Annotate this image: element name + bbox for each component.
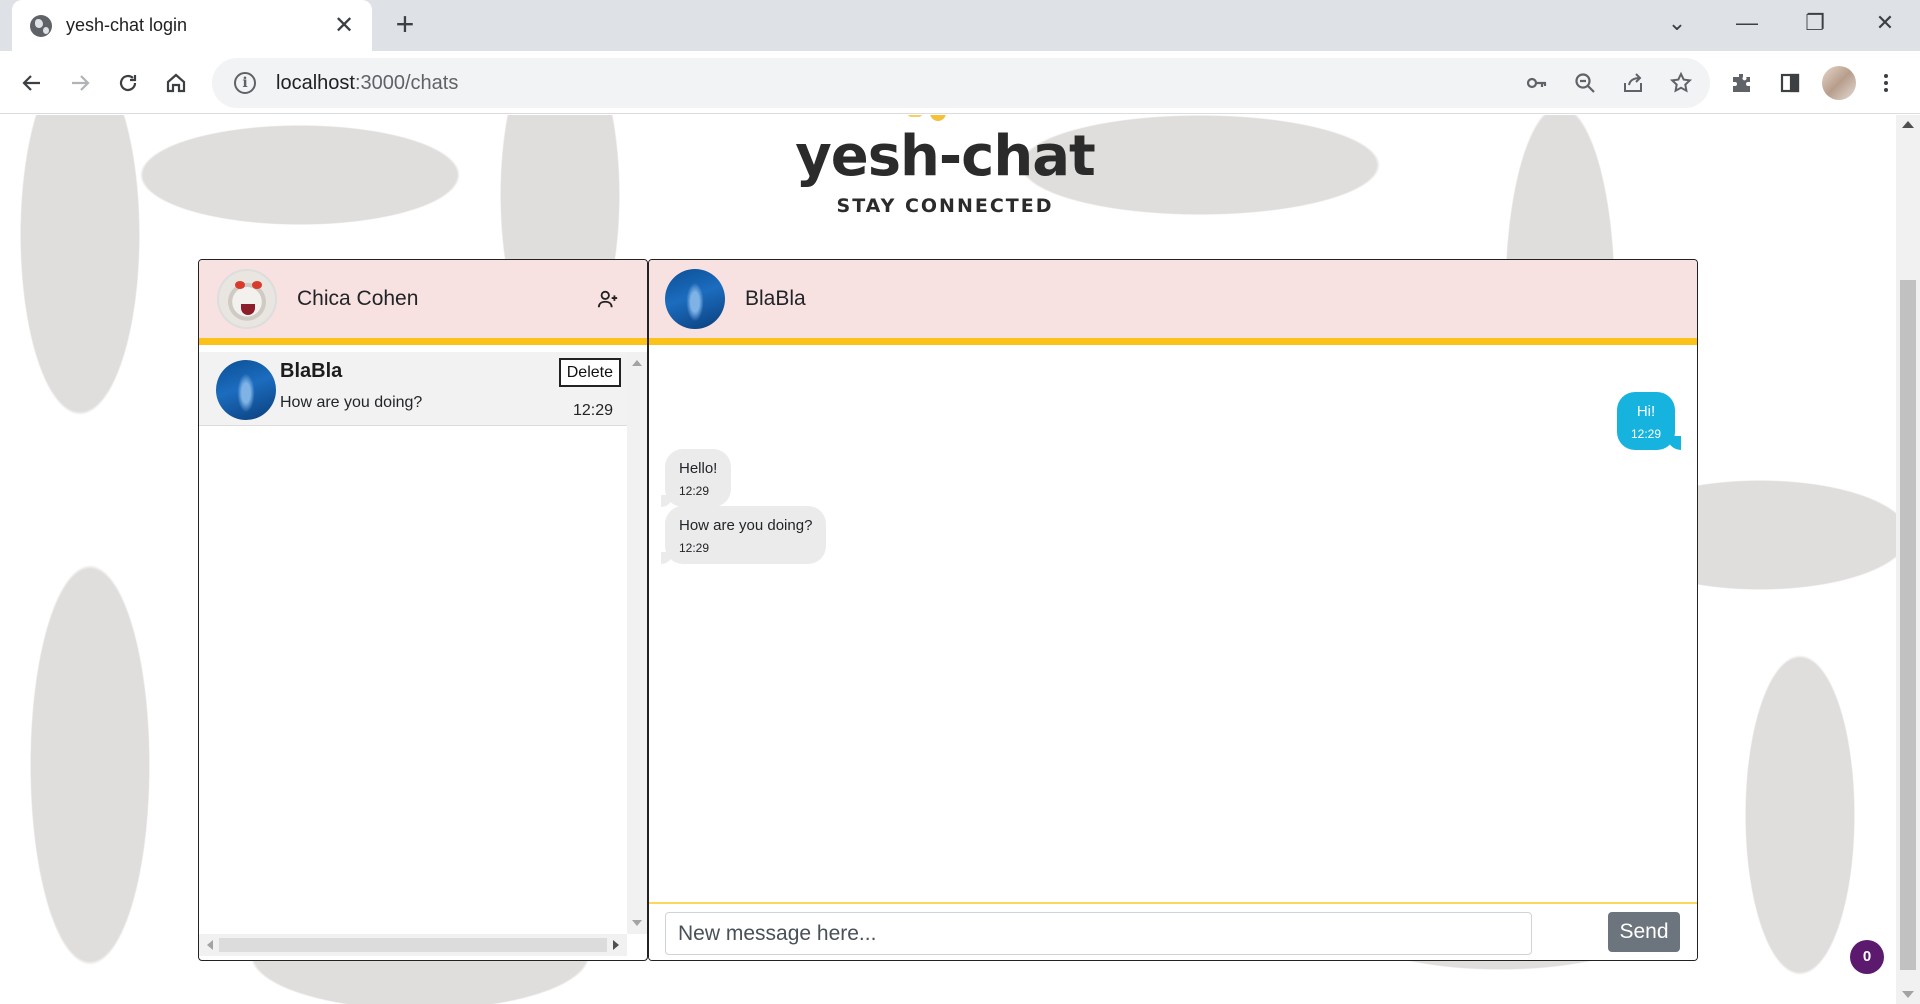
message-input[interactable] (665, 912, 1532, 955)
home-icon[interactable] (158, 65, 194, 101)
conversation-panel: BlaBla Hi! 12:29 Hello! 12:29 How are yo… (648, 259, 1698, 961)
scroll-left-arrow-icon[interactable] (207, 940, 213, 950)
scroll-right-arrow-icon[interactable] (613, 940, 619, 950)
user-avatar (217, 269, 277, 329)
back-arrow-icon[interactable] (14, 65, 50, 101)
close-window-button[interactable]: ✕ (1865, 8, 1905, 38)
message-time: 12:29 (1630, 427, 1661, 441)
person-plus-icon[interactable] (593, 284, 623, 314)
message-composer: Send (649, 902, 1697, 960)
profile-avatar[interactable] (1822, 66, 1856, 100)
logo: yesh-chat STAY CONNECTED (790, 115, 1100, 225)
user-header: Chica Cohen (199, 260, 647, 345)
contact-last-message: How are you doing? (280, 394, 423, 411)
contact-avatar (216, 360, 276, 420)
browser-tab[interactable]: yesh-chat login ✕ (12, 0, 372, 51)
conversation-header: BlaBla (649, 260, 1697, 345)
side-panel-icon[interactable] (1772, 65, 1808, 101)
contacts-panel: Chica Cohen BlaBla How are you doing? 12… (198, 259, 648, 961)
user-name: Chica Cohen (297, 287, 419, 310)
contact-item[interactable]: BlaBla How are you doing? 12:29 Delete (199, 352, 627, 426)
restore-button[interactable]: ❐ (1795, 8, 1835, 38)
contact-list: BlaBla How are you doing? 12:29 Delete (199, 352, 627, 934)
url-host: localhost (276, 71, 355, 94)
reload-icon[interactable] (110, 65, 146, 101)
address-bar[interactable]: i localhost:3000/chats (212, 58, 1710, 108)
new-tab-button[interactable]: + (390, 8, 420, 40)
page-scroll-down-arrow-icon[interactable] (1902, 991, 1914, 998)
page-vertical-scrollbar[interactable] (1896, 115, 1920, 1004)
url-path: :3000/chats (354, 71, 459, 94)
contact-time: 12:29 (572, 402, 613, 419)
page-viewport: yesh-chat STAY CONNECTED Chica Cohen Bla… (0, 115, 1896, 1004)
logo-title: yesh-chat (795, 124, 1096, 189)
globe-icon (30, 14, 52, 37)
message-time: 12:29 (679, 541, 710, 555)
conversation-avatar (665, 269, 725, 329)
horizontal-scroll-thumb[interactable] (219, 938, 607, 952)
message-list: Hi! 12:29 Hello! 12:29 How are you doing… (649, 352, 1697, 902)
minimize-button[interactable]: — (1727, 8, 1767, 38)
send-button[interactable]: Send (1608, 912, 1680, 952)
message-bubble-incoming: How are you doing? 12:29 (660, 506, 827, 564)
message-bubble-incoming: Hello! 12:29 (660, 449, 732, 507)
scroll-down-arrow-icon[interactable] (632, 920, 642, 926)
share-icon[interactable] (1620, 70, 1646, 96)
message-text: How are you doing? (679, 517, 813, 534)
kebab-menu-icon[interactable] (1868, 65, 1904, 101)
extensions-puzzle-icon[interactable] (1724, 65, 1760, 101)
zoom-out-icon[interactable] (1572, 70, 1598, 96)
logo-decoration (908, 115, 948, 123)
bookmark-star-icon[interactable] (1668, 70, 1694, 96)
forward-arrow-icon[interactable] (62, 65, 98, 101)
scroll-up-arrow-icon[interactable] (632, 360, 642, 366)
delete-contact-button[interactable]: Delete (558, 358, 621, 387)
contact-list-horizontal-scrollbar[interactable] (199, 934, 627, 956)
message-text: Hi! (1636, 403, 1656, 420)
contact-name: BlaBla (280, 360, 343, 382)
browser-toolbar: i localhost:3000/chats (0, 51, 1920, 114)
key-icon[interactable] (1524, 70, 1550, 96)
message-time: 12:29 (679, 484, 710, 498)
notification-badge[interactable]: 0 (1850, 940, 1884, 974)
message-bubble-outgoing: Hi! 12:29 (1616, 392, 1682, 450)
tab-title: yesh-chat login (66, 15, 188, 35)
site-info-icon[interactable]: i (234, 72, 256, 94)
page-scroll-up-arrow-icon[interactable] (1902, 121, 1914, 128)
page-scroll-thumb[interactable] (1900, 280, 1916, 970)
logo-subtitle: STAY CONNECTED (836, 195, 1054, 217)
contact-list-vertical-scrollbar[interactable] (627, 352, 647, 934)
conversation-contact-name: BlaBla (745, 287, 806, 310)
tab-search-icon[interactable]: ⌄ (1657, 8, 1697, 38)
browser-tabstrip: yesh-chat login ✕ + ⌄ — ❐ ✕ (0, 0, 1920, 51)
message-text: Hello! (679, 460, 718, 477)
tab-close-button[interactable]: ✕ (332, 13, 356, 38)
